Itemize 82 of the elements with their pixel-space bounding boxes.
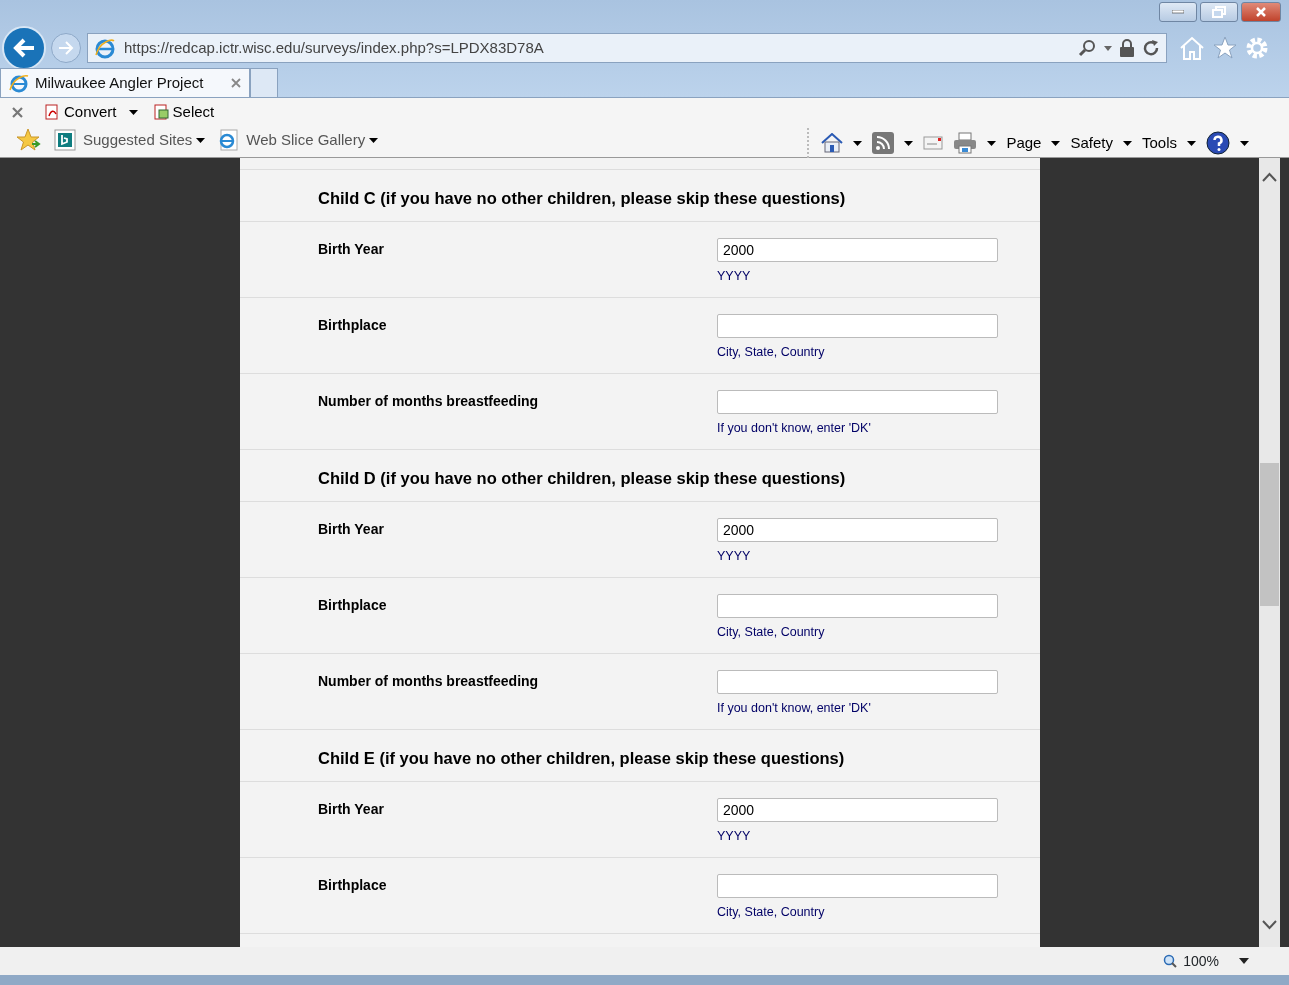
ie-logo-icon bbox=[9, 73, 29, 93]
field-label: Birthplace bbox=[317, 876, 388, 895]
search-icon[interactable] bbox=[1078, 39, 1096, 57]
field-label: Birthplace bbox=[317, 316, 388, 335]
help-icon[interactable] bbox=[1206, 131, 1230, 155]
url-text: https://redcap.ictr.wisc.edu/surveys/index.php?s=LPDX83D78A bbox=[124, 37, 545, 58]
caret-icon[interactable] bbox=[369, 137, 379, 143]
field-hint: YYYY bbox=[717, 268, 752, 285]
rss-feed-icon[interactable] bbox=[872, 132, 895, 154]
star-icon[interactable] bbox=[1213, 36, 1237, 60]
back-arrow-icon bbox=[12, 37, 36, 59]
favorites-link[interactable]: Web Slice Gallery bbox=[217, 128, 366, 152]
text-input[interactable] bbox=[717, 874, 998, 898]
restore-icon bbox=[1212, 6, 1226, 18]
refresh-icon[interactable] bbox=[1142, 39, 1160, 57]
field-hint: If you don't know, enter 'DK' bbox=[717, 420, 872, 437]
lock-icon bbox=[1120, 39, 1134, 57]
select-document-icon bbox=[153, 104, 170, 120]
text-input[interactable]: 2000 bbox=[717, 238, 998, 262]
caret-icon[interactable] bbox=[987, 140, 997, 146]
caret-icon[interactable] bbox=[196, 137, 206, 143]
scrollbar[interactable] bbox=[1259, 158, 1280, 947]
scrollbar-thumb[interactable] bbox=[1260, 463, 1279, 606]
caret-icon[interactable] bbox=[1122, 140, 1132, 146]
printer-icon[interactable] bbox=[953, 132, 978, 154]
caret-icon[interactable] bbox=[853, 140, 863, 146]
minimize-icon bbox=[1172, 10, 1184, 14]
menu-button[interactable]: Page bbox=[1006, 131, 1042, 155]
field-label: Birth Year bbox=[317, 240, 385, 259]
field-hint: YYYY bbox=[717, 828, 752, 845]
back-button[interactable] bbox=[2, 26, 46, 70]
close-icon bbox=[1255, 6, 1267, 18]
text-input[interactable]: 2000 bbox=[717, 518, 998, 542]
forward-arrow-icon bbox=[58, 41, 74, 55]
field-hint: City, State, Country bbox=[717, 624, 826, 641]
text-input[interactable] bbox=[717, 314, 998, 338]
field-hint: If you don't know, enter 'DK' bbox=[717, 700, 872, 717]
pdf-document-icon bbox=[45, 104, 61, 120]
menu-button[interactable]: Safety bbox=[1070, 131, 1113, 155]
field-label: Number of months breastfeeding bbox=[317, 672, 540, 691]
ie-logo-icon bbox=[94, 37, 116, 59]
close-button[interactable] bbox=[1241, 2, 1281, 22]
ie-page-icon bbox=[217, 129, 240, 151]
address-bar[interactable]: https://redcap.ictr.wisc.edu/surveys/index.php?s=LPDX83D78A bbox=[87, 33, 1167, 63]
caret-icon[interactable] bbox=[128, 109, 138, 115]
minimize-button[interactable] bbox=[1159, 2, 1197, 22]
scroll-down-icon[interactable] bbox=[1262, 920, 1277, 930]
restore-button[interactable] bbox=[1200, 2, 1238, 22]
text-input[interactable]: 2000 bbox=[717, 798, 998, 822]
home-icon[interactable] bbox=[821, 133, 844, 153]
close-icon[interactable] bbox=[12, 106, 23, 118]
caret-icon[interactable] bbox=[1239, 958, 1249, 964]
text-input[interactable] bbox=[717, 670, 998, 694]
favorites-link[interactable]: Suggested Sites bbox=[54, 128, 193, 152]
field-label: Number of months breastfeeding bbox=[317, 392, 540, 411]
scroll-up-icon[interactable] bbox=[1262, 172, 1277, 182]
field-label: Birth Year bbox=[317, 520, 385, 539]
caret-icon[interactable] bbox=[1240, 140, 1249, 146]
zoom-level[interactable]: 100% bbox=[1183, 950, 1219, 972]
field-hint: City, State, Country bbox=[717, 344, 826, 361]
field-hint: City, State, Country bbox=[717, 904, 826, 921]
caret-icon[interactable] bbox=[1187, 140, 1196, 146]
field-hint: YYYY bbox=[717, 548, 752, 565]
field-label: Birth Year bbox=[317, 800, 385, 819]
section-heading: Child E (if you have no other children, please skip these questions) bbox=[240, 730, 1040, 782]
toolbar-button[interactable]: Select bbox=[153, 100, 215, 124]
favorites-star-icon[interactable] bbox=[16, 128, 42, 152]
section-heading: Child C (if you have no other children, please skip these questions) bbox=[240, 170, 1040, 222]
mail-icon[interactable] bbox=[923, 136, 944, 150]
text-input[interactable] bbox=[717, 390, 998, 414]
text-input[interactable] bbox=[717, 594, 998, 618]
bing-logo-icon bbox=[54, 129, 76, 151]
tab-title: Milwaukee Angler Project bbox=[35, 72, 205, 93]
toolbar-button[interactable]: Convert bbox=[45, 100, 117, 124]
section-heading: Child D (if you have no other children, please skip these questions) bbox=[240, 450, 1040, 502]
zoom-icon[interactable] bbox=[1163, 954, 1178, 968]
caret-icon[interactable] bbox=[1051, 140, 1061, 146]
close-icon[interactable] bbox=[231, 78, 241, 88]
caret-icon[interactable] bbox=[904, 140, 914, 146]
field-label: Birthplace bbox=[317, 596, 388, 615]
menu-button[interactable]: Tools bbox=[1141, 131, 1177, 155]
browser-tab[interactable]: Milwaukee Angler Project bbox=[0, 68, 250, 97]
